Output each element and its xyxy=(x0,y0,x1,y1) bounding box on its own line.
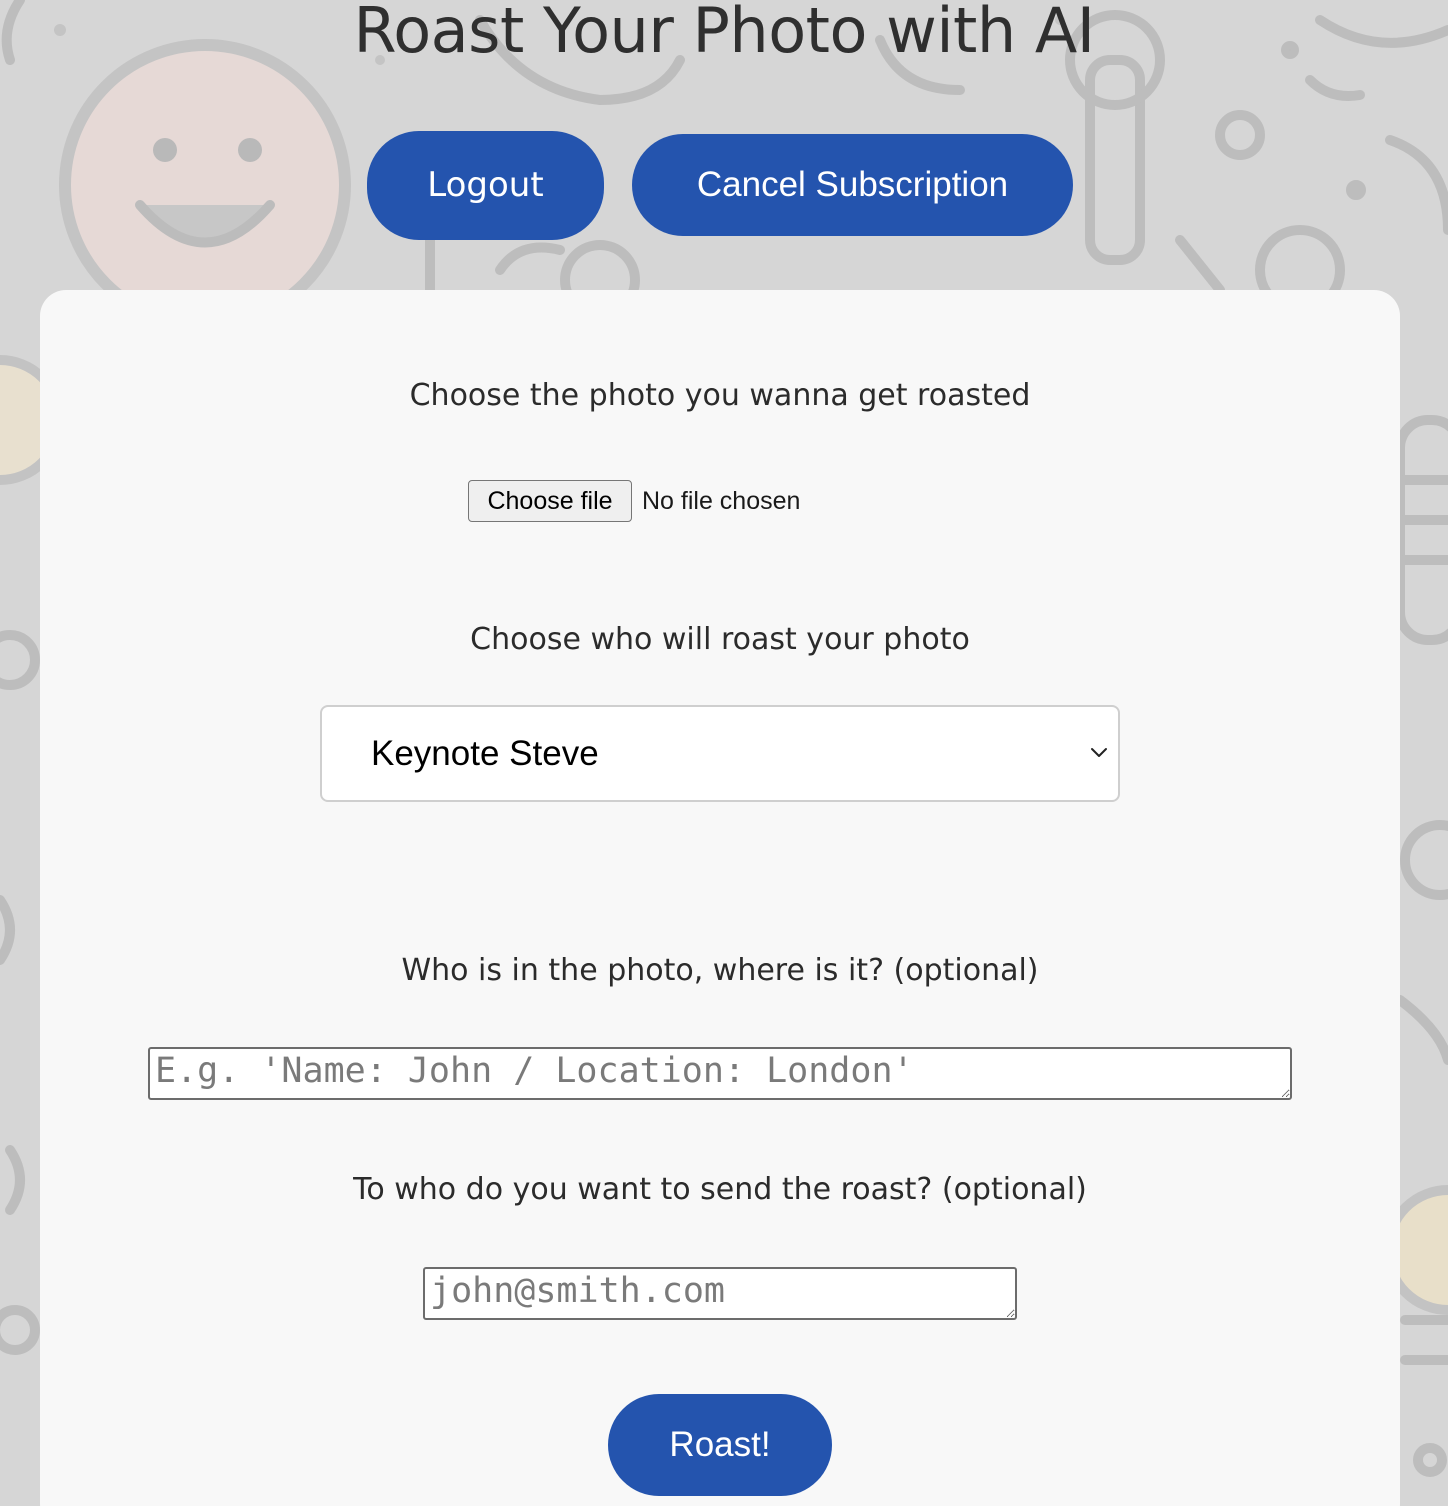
photo-context-label: Who is in the photo, where is it? (optio… xyxy=(401,953,1039,988)
roaster-selected-value: Keynote Steve xyxy=(371,734,599,773)
roaster-select-label: Choose who will roast your photo xyxy=(470,622,970,657)
logout-button[interactable]: Logout xyxy=(367,131,604,240)
file-status-text: No file chosen xyxy=(642,486,801,515)
recipient-email-textarea[interactable] xyxy=(423,1267,1017,1320)
cancel-subscription-button[interactable]: Cancel Subscription xyxy=(632,134,1073,236)
roaster-select[interactable]: Keynote Steve xyxy=(320,705,1120,802)
chevron-down-icon xyxy=(1091,748,1107,757)
choose-file-button[interactable]: Choose file xyxy=(468,480,632,522)
photo-context-textarea[interactable] xyxy=(148,1047,1292,1100)
page-title: Roast Your Photo with AI xyxy=(353,0,1095,67)
recipient-label: To who do you want to send the roast? (o… xyxy=(353,1172,1087,1207)
file-input[interactable]: Choose file No file chosen xyxy=(468,480,800,522)
photo-upload-label: Choose the photo you wanna get roasted xyxy=(409,378,1031,413)
roast-submit-button[interactable]: Roast! xyxy=(608,1394,832,1496)
roast-form-card xyxy=(40,290,1400,1506)
